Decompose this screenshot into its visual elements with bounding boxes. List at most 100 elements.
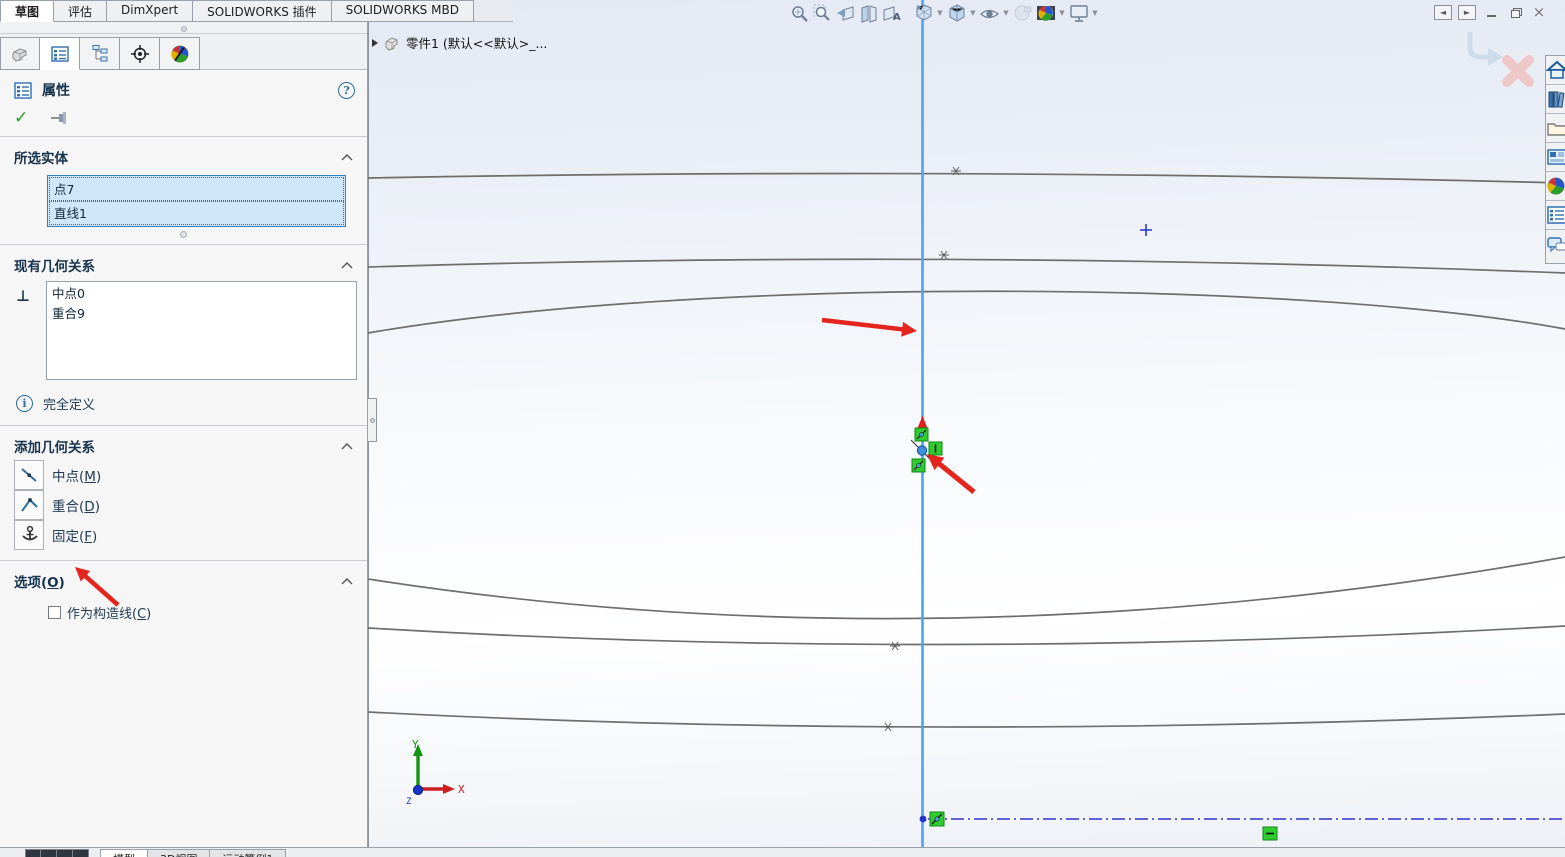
property-manager-icon: [50, 45, 69, 62]
collapse-chevron-icon[interactable]: [341, 442, 353, 450]
task-pane-file-explorer-tab[interactable]: [1546, 114, 1565, 143]
hide-show-caret[interactable]: ▼: [1001, 2, 1011, 24]
apply-scene-caret[interactable]: ▼: [1057, 2, 1067, 24]
appearances-icon: [1547, 177, 1565, 195]
tab-scroll-strip[interactable]: [25, 849, 89, 857]
section-add-relations: 添加几何关系: [14, 440, 95, 456]
feature-tree-flyout[interactable]: 零件1 (默认<<默认>_...: [372, 33, 547, 52]
properties-icon: [14, 81, 32, 99]
task-pane-design-library-tab[interactable]: [1546, 85, 1565, 114]
fix-label[interactable]: 固定(F): [52, 525, 97, 545]
forum-icon: [1547, 236, 1565, 252]
construction-line-checkbox[interactable]: [48, 606, 61, 619]
part-tree-icon: [12, 47, 27, 62]
expand-tree-icon[interactable]: [372, 38, 378, 47]
coincident-label[interactable]: 重合(D): [52, 495, 100, 515]
tab-feature-manager[interactable]: [0, 37, 40, 70]
undo-ghost-icon[interactable]: [1467, 32, 1503, 66]
tab-motion-study[interactable]: 运动算例1: [210, 849, 287, 857]
view-orientation-icon: [916, 4, 931, 21]
list-item[interactable]: 直线1: [49, 201, 344, 225]
section-view-button[interactable]: [857, 2, 880, 24]
graphics-viewport[interactable]: [368, 0, 1565, 847]
display-style-button[interactable]: [945, 2, 968, 24]
task-pane-bar: [1545, 55, 1565, 264]
panel-body: 属性 ? ✓ 所选实体 点7 直线1 现有几何关系 ⊥ 中点0 重合9 i 完全…: [0, 70, 367, 846]
tab-display-manager[interactable]: [160, 37, 200, 70]
appearance-tab-icon: [171, 45, 188, 62]
view-settings-caret[interactable]: ▼: [1090, 2, 1100, 24]
minimize-button[interactable]: [1482, 5, 1500, 20]
fix-relation-button[interactable]: [14, 520, 44, 550]
tab-property-manager[interactable]: [40, 37, 80, 70]
folder-icon: [1547, 123, 1565, 136]
list-item[interactable]: 中点0: [52, 284, 351, 304]
tab-configuration-manager[interactable]: [80, 37, 120, 70]
tab-addins[interactable]: SOLIDWORKS 插件: [193, 0, 332, 22]
task-pane-appearances-tab[interactable]: [1546, 172, 1565, 201]
display-style-caret[interactable]: ▼: [968, 2, 978, 24]
cancel-ghost-icon[interactable]: [1502, 55, 1534, 87]
coincident-relation-button[interactable]: [14, 490, 44, 520]
annotation-view-icon: A: [883, 5, 901, 23]
tab-dimxpert-manager[interactable]: [120, 37, 160, 70]
close-button[interactable]: ×: [1530, 3, 1548, 21]
task-pane-view-palette-tab[interactable]: [1546, 143, 1565, 172]
info-icon: i: [16, 395, 33, 412]
midpoint-relation-button[interactable]: [14, 460, 44, 490]
previous-view-button[interactable]: [834, 2, 857, 24]
zoom-fit-icon: [792, 5, 808, 22]
collapse-right-pane-button[interactable]: ►: [1458, 4, 1476, 20]
collapse-chevron-icon[interactable]: [341, 153, 353, 161]
view-orientation-caret[interactable]: ▼: [935, 2, 945, 24]
tab-mbd[interactable]: SOLIDWORKS MBD: [331, 0, 474, 22]
solidworks-window: Y X Z 草图 评估 DimXpert SOLIDWORKS 插件 SOLID…: [0, 0, 1565, 857]
tab-3d-views[interactable]: 3D视图: [148, 849, 211, 857]
anchor-icon: [22, 525, 38, 541]
midpoint-icon: [21, 468, 37, 482]
coincident-icon: [21, 498, 38, 512]
task-pane-home-tab[interactable]: [1546, 56, 1565, 85]
panel-tab-bar: [0, 34, 367, 70]
existing-relations-list[interactable]: 中点0 重合9: [46, 281, 357, 380]
relation-type-icon: ⊥: [16, 287, 30, 305]
task-pane-forum-tab[interactable]: [1546, 230, 1565, 259]
selected-entities-list[interactable]: 点7 直线1: [47, 175, 346, 227]
annotation-view-button[interactable]: A: [880, 2, 903, 24]
ok-button[interactable]: ✓: [14, 110, 28, 127]
apply-scene-icon: [1036, 5, 1055, 21]
custom-properties-icon: [1547, 206, 1565, 224]
edit-appearance-button[interactable]: [1011, 2, 1034, 24]
midpoint-label[interactable]: 中点(M): [52, 465, 101, 485]
previous-view-icon: [836, 5, 853, 21]
construction-line-label[interactable]: 作为构造线(C): [67, 603, 151, 622]
list-item[interactable]: 点7: [49, 177, 344, 201]
zoom-area-button[interactable]: [811, 2, 834, 24]
panel-title: 属性: [42, 83, 70, 99]
view-settings-button[interactable]: [1067, 2, 1090, 24]
apply-scene-button[interactable]: [1034, 2, 1057, 24]
collapse-chevron-icon[interactable]: [341, 577, 353, 585]
listbox-resize-handle[interactable]: [180, 231, 187, 238]
collapse-left-pane-button[interactable]: ◄: [1434, 4, 1452, 20]
svg-text:A: A: [893, 12, 901, 23]
pin-icon[interactable]: [50, 110, 70, 126]
hide-show-items-button[interactable]: [978, 2, 1001, 24]
help-icon[interactable]: ?: [338, 81, 355, 99]
tab-dimxpert[interactable]: DimXpert: [107, 0, 194, 22]
restore-button[interactable]: [1506, 5, 1524, 20]
panel-splitter-handle[interactable]: [368, 398, 377, 442]
tab-evaluate[interactable]: 评估: [54, 0, 108, 22]
zoom-fit-button[interactable]: [788, 2, 811, 24]
tab-model[interactable]: 模型: [100, 849, 148, 857]
task-pane-custom-properties-tab[interactable]: [1546, 201, 1565, 230]
tab-sketch[interactable]: 草图: [0, 0, 55, 22]
heads-up-toolbar: A ▼ ▼ ▼ ▼ ▼: [788, 1, 1100, 25]
section-selected-entities: 所选实体: [14, 151, 68, 167]
collapse-chevron-icon[interactable]: [341, 261, 353, 269]
view-orientation-button[interactable]: [912, 2, 935, 24]
panel-grip[interactable]: [0, 22, 367, 34]
list-item[interactable]: 重合9: [52, 304, 351, 324]
status-text: 完全定义: [43, 398, 96, 413]
view-settings-icon: [1069, 4, 1088, 22]
